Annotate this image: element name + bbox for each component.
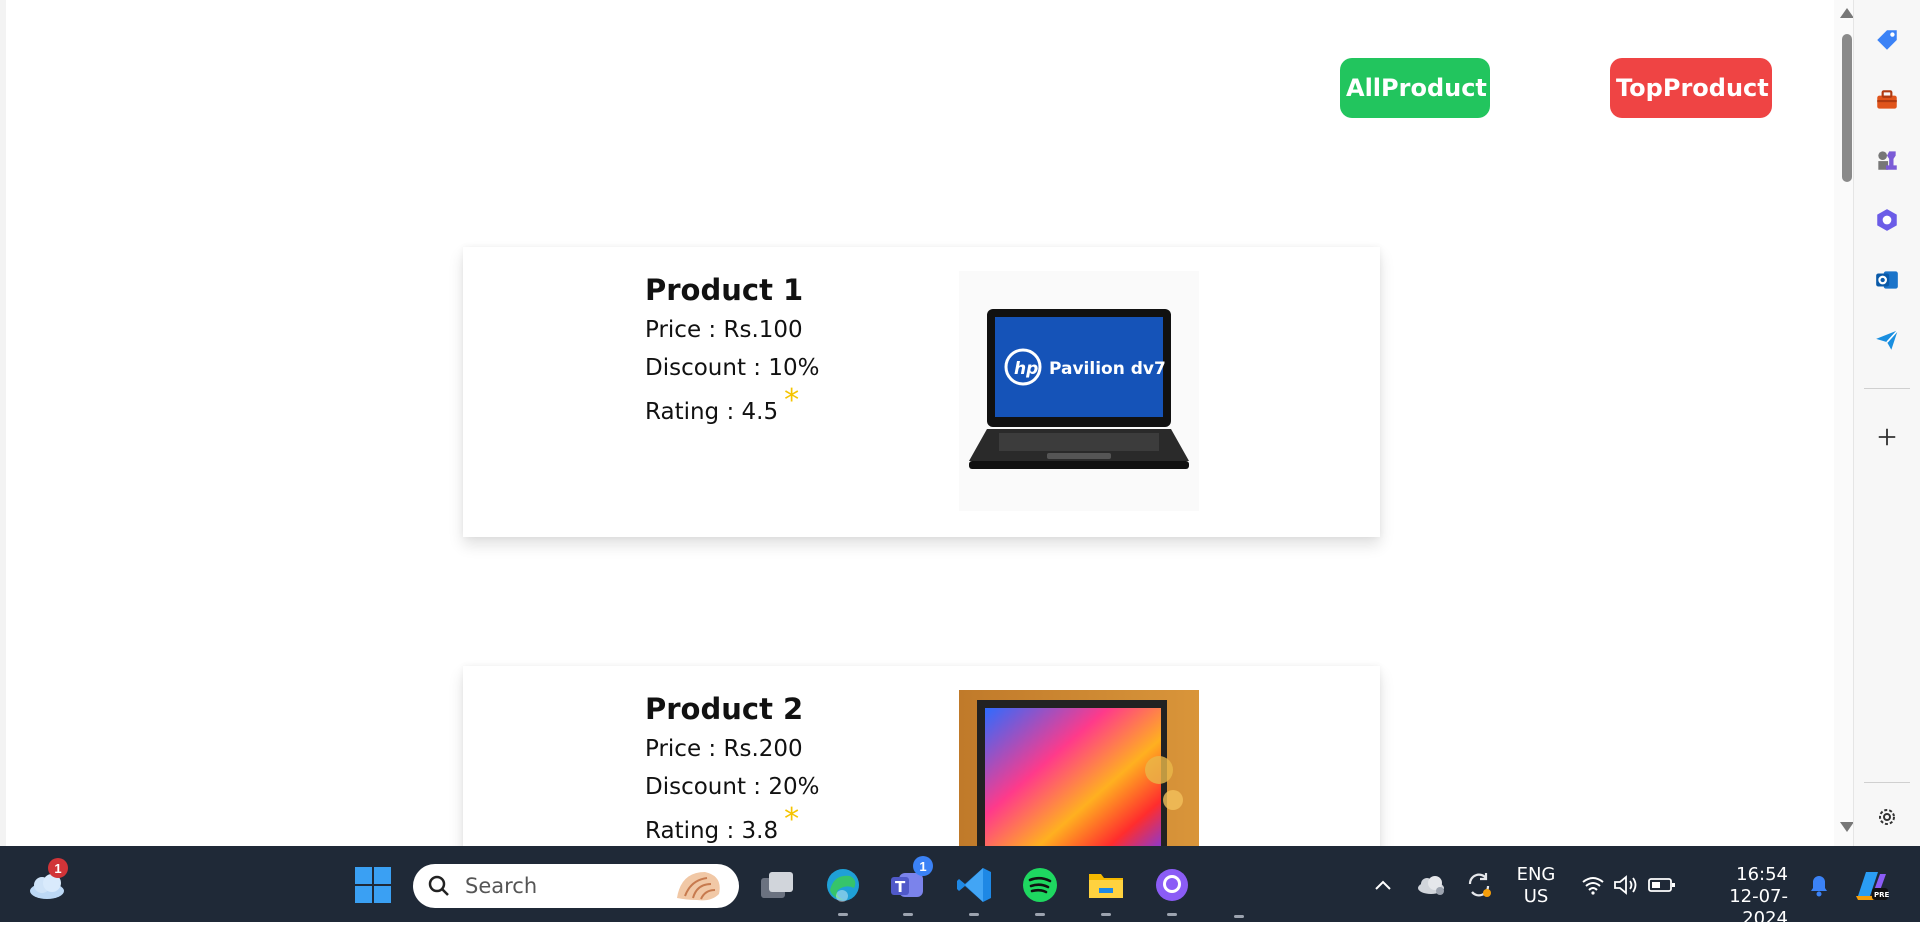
product-discount: Discount : 20% xyxy=(645,774,820,800)
running-indicator xyxy=(1234,915,1244,918)
star-icon: * xyxy=(784,383,800,419)
file-explorer-icon[interactable] xyxy=(1085,864,1127,916)
running-indicator xyxy=(1101,913,1111,916)
sidebar-divider xyxy=(1864,388,1910,389)
windows-start-icon[interactable] xyxy=(352,864,394,906)
scroll-thumb[interactable] xyxy=(1842,34,1852,182)
browser-viewport: AllProduct TopProduct Product 1 Price : … xyxy=(0,0,1853,846)
product-discount: Discount : 10% xyxy=(645,355,820,381)
scroll-up-arrow-icon[interactable] xyxy=(1840,8,1853,18)
svg-text:T: T xyxy=(895,878,906,896)
taskbar: 1 Search T 1 ENG US 16:54 12-07-2024 PRE xyxy=(0,846,1920,929)
spotify-icon[interactable] xyxy=(1019,864,1061,916)
running-indicator xyxy=(1035,913,1045,916)
teams-icon[interactable]: T 1 xyxy=(887,856,933,916)
weather-icon[interactable]: 1 xyxy=(26,858,68,906)
language-indicator[interactable]: ENG US xyxy=(1512,864,1560,908)
taskbar-search[interactable]: Search xyxy=(413,864,739,908)
running-indicator xyxy=(969,913,979,916)
gear-icon[interactable] xyxy=(1872,802,1902,832)
weather-badge: 1 xyxy=(48,858,68,878)
clock-date: 12-07-2024 xyxy=(1729,886,1788,929)
vscode-icon[interactable] xyxy=(953,864,995,916)
laptop-image: hp Pavilion dv7 xyxy=(959,271,1199,511)
copilot-icon[interactable] xyxy=(1872,205,1902,235)
rating-text: Rating : 4.5 xyxy=(645,399,779,425)
product-price: Price : Rs.200 xyxy=(645,736,803,762)
github-desktop-icon[interactable] xyxy=(1151,864,1193,916)
outlook-icon[interactable] xyxy=(1872,265,1902,295)
sidebar-divider xyxy=(1864,782,1910,783)
scroll-down-arrow-icon[interactable] xyxy=(1840,822,1853,832)
product-card: Product 1 Price : Rs.100 Discount : 10% … xyxy=(463,247,1380,537)
plus-icon[interactable] xyxy=(1872,422,1902,452)
copilot-taskbar-icon[interactable]: PRE xyxy=(1850,864,1892,906)
running-indicator xyxy=(903,913,913,916)
rating-text: Rating : 3.8 xyxy=(645,818,779,844)
product-info: Product 2 Price : Rs.200 Discount : 20% … xyxy=(645,692,819,846)
toolbox-icon[interactable] xyxy=(1872,85,1902,115)
edge-sidebar xyxy=(1853,0,1920,846)
svg-text:hp: hp xyxy=(1014,359,1038,379)
notification-bell-icon[interactable] xyxy=(1798,864,1840,906)
all-product-button[interactable]: AllProduct xyxy=(1340,58,1490,118)
language-line1: ENG xyxy=(1516,864,1556,885)
clock-time: 16:54 xyxy=(1736,864,1788,885)
onedrive-icon[interactable] xyxy=(1410,864,1452,906)
edge-browser-icon[interactable] xyxy=(822,864,864,916)
product-rating: Rating : 4.5 * xyxy=(645,386,819,425)
teams-badge: 1 xyxy=(913,856,933,876)
product-info: Product 1 Price : Rs.100 Discount : 10% … xyxy=(645,273,819,437)
search-placeholder: Search xyxy=(465,874,538,898)
clock[interactable]: 16:54 12-07-2024 xyxy=(1692,864,1788,930)
product-title: Product 2 xyxy=(645,692,804,726)
chevron-up-icon[interactable] xyxy=(1362,864,1404,906)
svg-text:Pavilion dv7: Pavilion dv7 xyxy=(1049,359,1166,379)
battery-icon[interactable] xyxy=(1641,864,1683,906)
product-price: Price : Rs.100 xyxy=(645,317,803,343)
language-line2: US xyxy=(1523,886,1549,907)
shell-icon xyxy=(677,872,720,901)
task-view-icon[interactable] xyxy=(756,864,798,906)
vertical-scrollbar[interactable] xyxy=(1834,0,1853,846)
product-rating: Rating : 3.8 * xyxy=(645,805,819,844)
sync-icon[interactable] xyxy=(1458,864,1500,906)
svg-text:PRE: PRE xyxy=(1874,891,1890,899)
top-product-button[interactable]: TopProduct xyxy=(1610,58,1772,118)
tag-icon[interactable] xyxy=(1872,25,1902,55)
running-indicator xyxy=(1167,913,1177,916)
send-icon[interactable] xyxy=(1872,325,1902,355)
chess-icon[interactable] xyxy=(1872,145,1902,175)
product-title: Product 1 xyxy=(645,273,804,307)
star-icon: * xyxy=(784,802,800,838)
laptop-image xyxy=(959,690,1199,846)
product-card: Product 2 Price : Rs.200 Discount : 20% … xyxy=(463,666,1380,846)
running-indicator xyxy=(838,913,848,916)
search-icon xyxy=(428,875,449,896)
